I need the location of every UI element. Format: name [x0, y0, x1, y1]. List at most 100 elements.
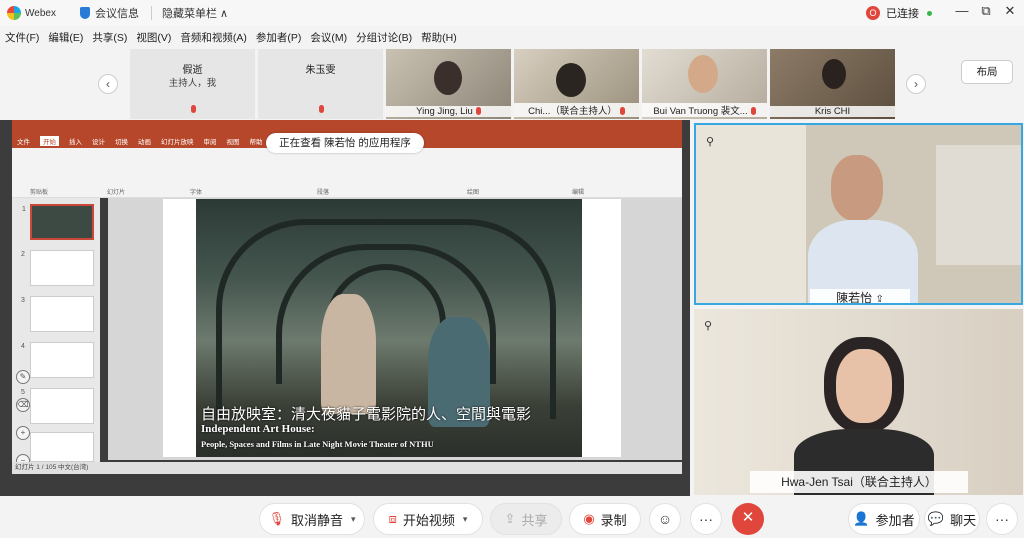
layout-button[interactable]: 布局: [961, 60, 1013, 84]
participant-video: [434, 61, 462, 95]
video-background: [936, 145, 1021, 265]
participant-role: 主持人，我: [168, 78, 217, 89]
restore-button[interactable]: ⧉: [975, 3, 997, 19]
connection-status[interactable]: O 已连接: [866, 5, 932, 21]
ribbon-group-label: 编辑: [572, 190, 585, 196]
participant-video[interactable]: ⚲ Hwa-Jen Tsai（联合主持人）: [694, 309, 1023, 495]
ppt-tab: 切换: [115, 139, 128, 146]
ppt-tab: 帮助: [249, 139, 263, 146]
slide-canvas: 自由放映室：清大夜貓子電影院的人、空間與電影 Independent Art H…: [108, 198, 682, 460]
connection-status-label: 已连接: [886, 8, 919, 20]
slide-thumbnail[interactable]: 3: [21, 296, 94, 332]
close-icon[interactable]: ✕: [732, 503, 764, 535]
speaker-face: [836, 349, 892, 423]
muted-mic-icon: 🎙: [268, 511, 285, 526]
video-name-label: Hwa-Jen Tsai（联合主持人）: [750, 471, 968, 493]
shield-icon: [79, 7, 90, 19]
ribbon-group-label: 字体: [190, 190, 203, 196]
ppt-statusbar: 幻灯片 1 / 105 中文(台湾): [12, 462, 682, 474]
active-speaker-video[interactable]: ⚲ 陳若怡 ⇪: [694, 123, 1023, 305]
chevron-right-icon[interactable]: ›: [906, 74, 926, 94]
ppt-tab: 审阅: [203, 139, 217, 146]
app-name: Webex: [25, 7, 56, 19]
more-options-button[interactable]: ···: [690, 503, 722, 535]
menu-meeting[interactable]: 会议(M): [310, 30, 347, 45]
ppt-titlebar: [12, 120, 682, 134]
record-icon: ◉: [583, 511, 595, 526]
status-badge: O: [866, 6, 880, 20]
menu-audio-video[interactable]: 音频和视频(A): [180, 30, 247, 45]
menu-share[interactable]: 共享(S): [92, 30, 127, 45]
reactions-icon[interactable]: ☺: [649, 503, 681, 535]
pen-icon[interactable]: ✎: [16, 370, 30, 384]
person-figure: [321, 294, 376, 414]
ribbon-group-label: 幻灯片: [107, 190, 126, 196]
ppt-tab: 幻灯片放映: [161, 139, 194, 146]
start-video-button[interactable]: ⧈ 开始视频 ▾: [373, 503, 483, 535]
menu-file[interactable]: 文件(F): [5, 30, 39, 45]
participant-name: Ying Jing, Liu: [386, 106, 511, 117]
ppt-ribbon: 剪贴板 幻灯片 字体 段落 绘图 编辑: [12, 148, 682, 198]
participant-video-tile[interactable]: Chi...（联合主持人）: [514, 49, 639, 119]
hide-menu-button[interactable]: 隐藏菜单栏 ∧: [162, 5, 228, 21]
chevron-down-icon[interactable]: ▾: [463, 514, 468, 525]
chat-button[interactable]: 💬 聊天: [924, 503, 980, 535]
meeting-controls: 🎙 取消静音 ▾ ⧈ 开始视频 ▾ ⇪ 共享 ◉ 录制 ☺ ··· ✕ 👤 参加者 💬 聊天 ·…: [0, 500, 1024, 538]
slide-caption-en-title: Independent Art House:: [201, 423, 315, 435]
close-window-button[interactable]: ✕: [999, 3, 1021, 19]
participant-video-tile[interactable]: Bui Van Truong 裴文...: [642, 49, 767, 119]
ribbon-group-label: 剪贴板: [30, 190, 49, 196]
participant-name: Chi...（联合主持人）: [514, 103, 639, 117]
current-slide: 自由放映室：清大夜貓子電影院的人、空間與電影 Independent Art H…: [163, 199, 621, 457]
slide-thumbnail[interactable]: 2: [21, 250, 94, 286]
participant-tile[interactable]: 朱玉雯: [258, 49, 383, 119]
participants-button[interactable]: 👤 参加者: [848, 503, 920, 535]
ppt-tab: 设计: [92, 139, 105, 146]
ppt-tab: 文件: [17, 139, 30, 146]
slide-thumbnail[interactable]: 4: [21, 342, 94, 378]
participant-video-tile[interactable]: Kris CHI: [770, 49, 895, 119]
speaker-face: [831, 155, 883, 221]
participant-video: [688, 55, 718, 93]
participant-video: [556, 63, 586, 97]
eraser-icon[interactable]: ⌫: [16, 398, 30, 412]
person-icon: 👤: [853, 511, 870, 526]
meeting-info-button[interactable]: 会议信息: [95, 5, 139, 21]
ribbon-group-label: 绘图: [467, 190, 480, 196]
menu-help[interactable]: 帮助(H): [421, 30, 457, 45]
menu-view[interactable]: 视图(V): [136, 30, 171, 45]
more-options-button[interactable]: ···: [986, 503, 1018, 535]
slide-thumbnail[interactable]: 6: [21, 432, 94, 462]
share-button[interactable]: ⇪ 共享: [490, 503, 562, 535]
slide-photo: 自由放映室：清大夜貓子電影院的人、空間與電影 Independent Art H…: [196, 199, 582, 457]
minimize-button[interactable]: —: [951, 3, 973, 18]
slide-caption-zh: 自由放映室：清大夜貓子電影院的人、空間與電影: [201, 405, 532, 423]
ppt-tab: 动画: [138, 139, 151, 146]
slide-thumbnail[interactable]: 5: [21, 388, 94, 424]
webex-logo-icon: [7, 6, 21, 20]
video-off-icon: ⧈: [388, 511, 397, 526]
chevron-left-icon[interactable]: ‹: [98, 74, 118, 94]
ppt-tab: 视图: [226, 139, 240, 146]
participant-strip: ‹ 假逝 主持人，我 朱玉雯 Ying Jing, Liu Chi...（联合主…: [0, 48, 1024, 120]
chevron-down-icon[interactable]: ▾: [351, 514, 356, 525]
muted-mic-icon: [316, 103, 324, 115]
pin-icon[interactable]: ⚲: [704, 319, 712, 332]
participant-tile[interactable]: 假逝 主持人，我: [130, 49, 255, 119]
record-button[interactable]: ◉ 录制: [569, 503, 641, 535]
menu-edit[interactable]: 编辑(E): [48, 30, 83, 45]
connected-dot-icon: [927, 10, 932, 16]
menu-breakout[interactable]: 分组讨论(B): [356, 30, 412, 45]
menu-participants[interactable]: 参加者(P): [256, 30, 302, 45]
zoom-in-icon[interactable]: +: [16, 426, 30, 440]
ppt-tab: 插入: [69, 139, 82, 146]
muted-mic-icon: [188, 103, 196, 115]
pin-icon[interactable]: ⚲: [706, 135, 714, 148]
unmute-button[interactable]: 🎙 取消静音 ▾: [259, 503, 365, 535]
ribbon-group-label: 段落: [317, 190, 330, 196]
participant-video-tile[interactable]: Ying Jing, Liu: [386, 49, 511, 119]
participant-name: 假逝: [182, 65, 203, 76]
video-name-label: 陳若怡 ⇪: [810, 289, 910, 303]
video-background: [696, 125, 806, 303]
slide-thumbnail[interactable]: 1: [22, 204, 94, 240]
